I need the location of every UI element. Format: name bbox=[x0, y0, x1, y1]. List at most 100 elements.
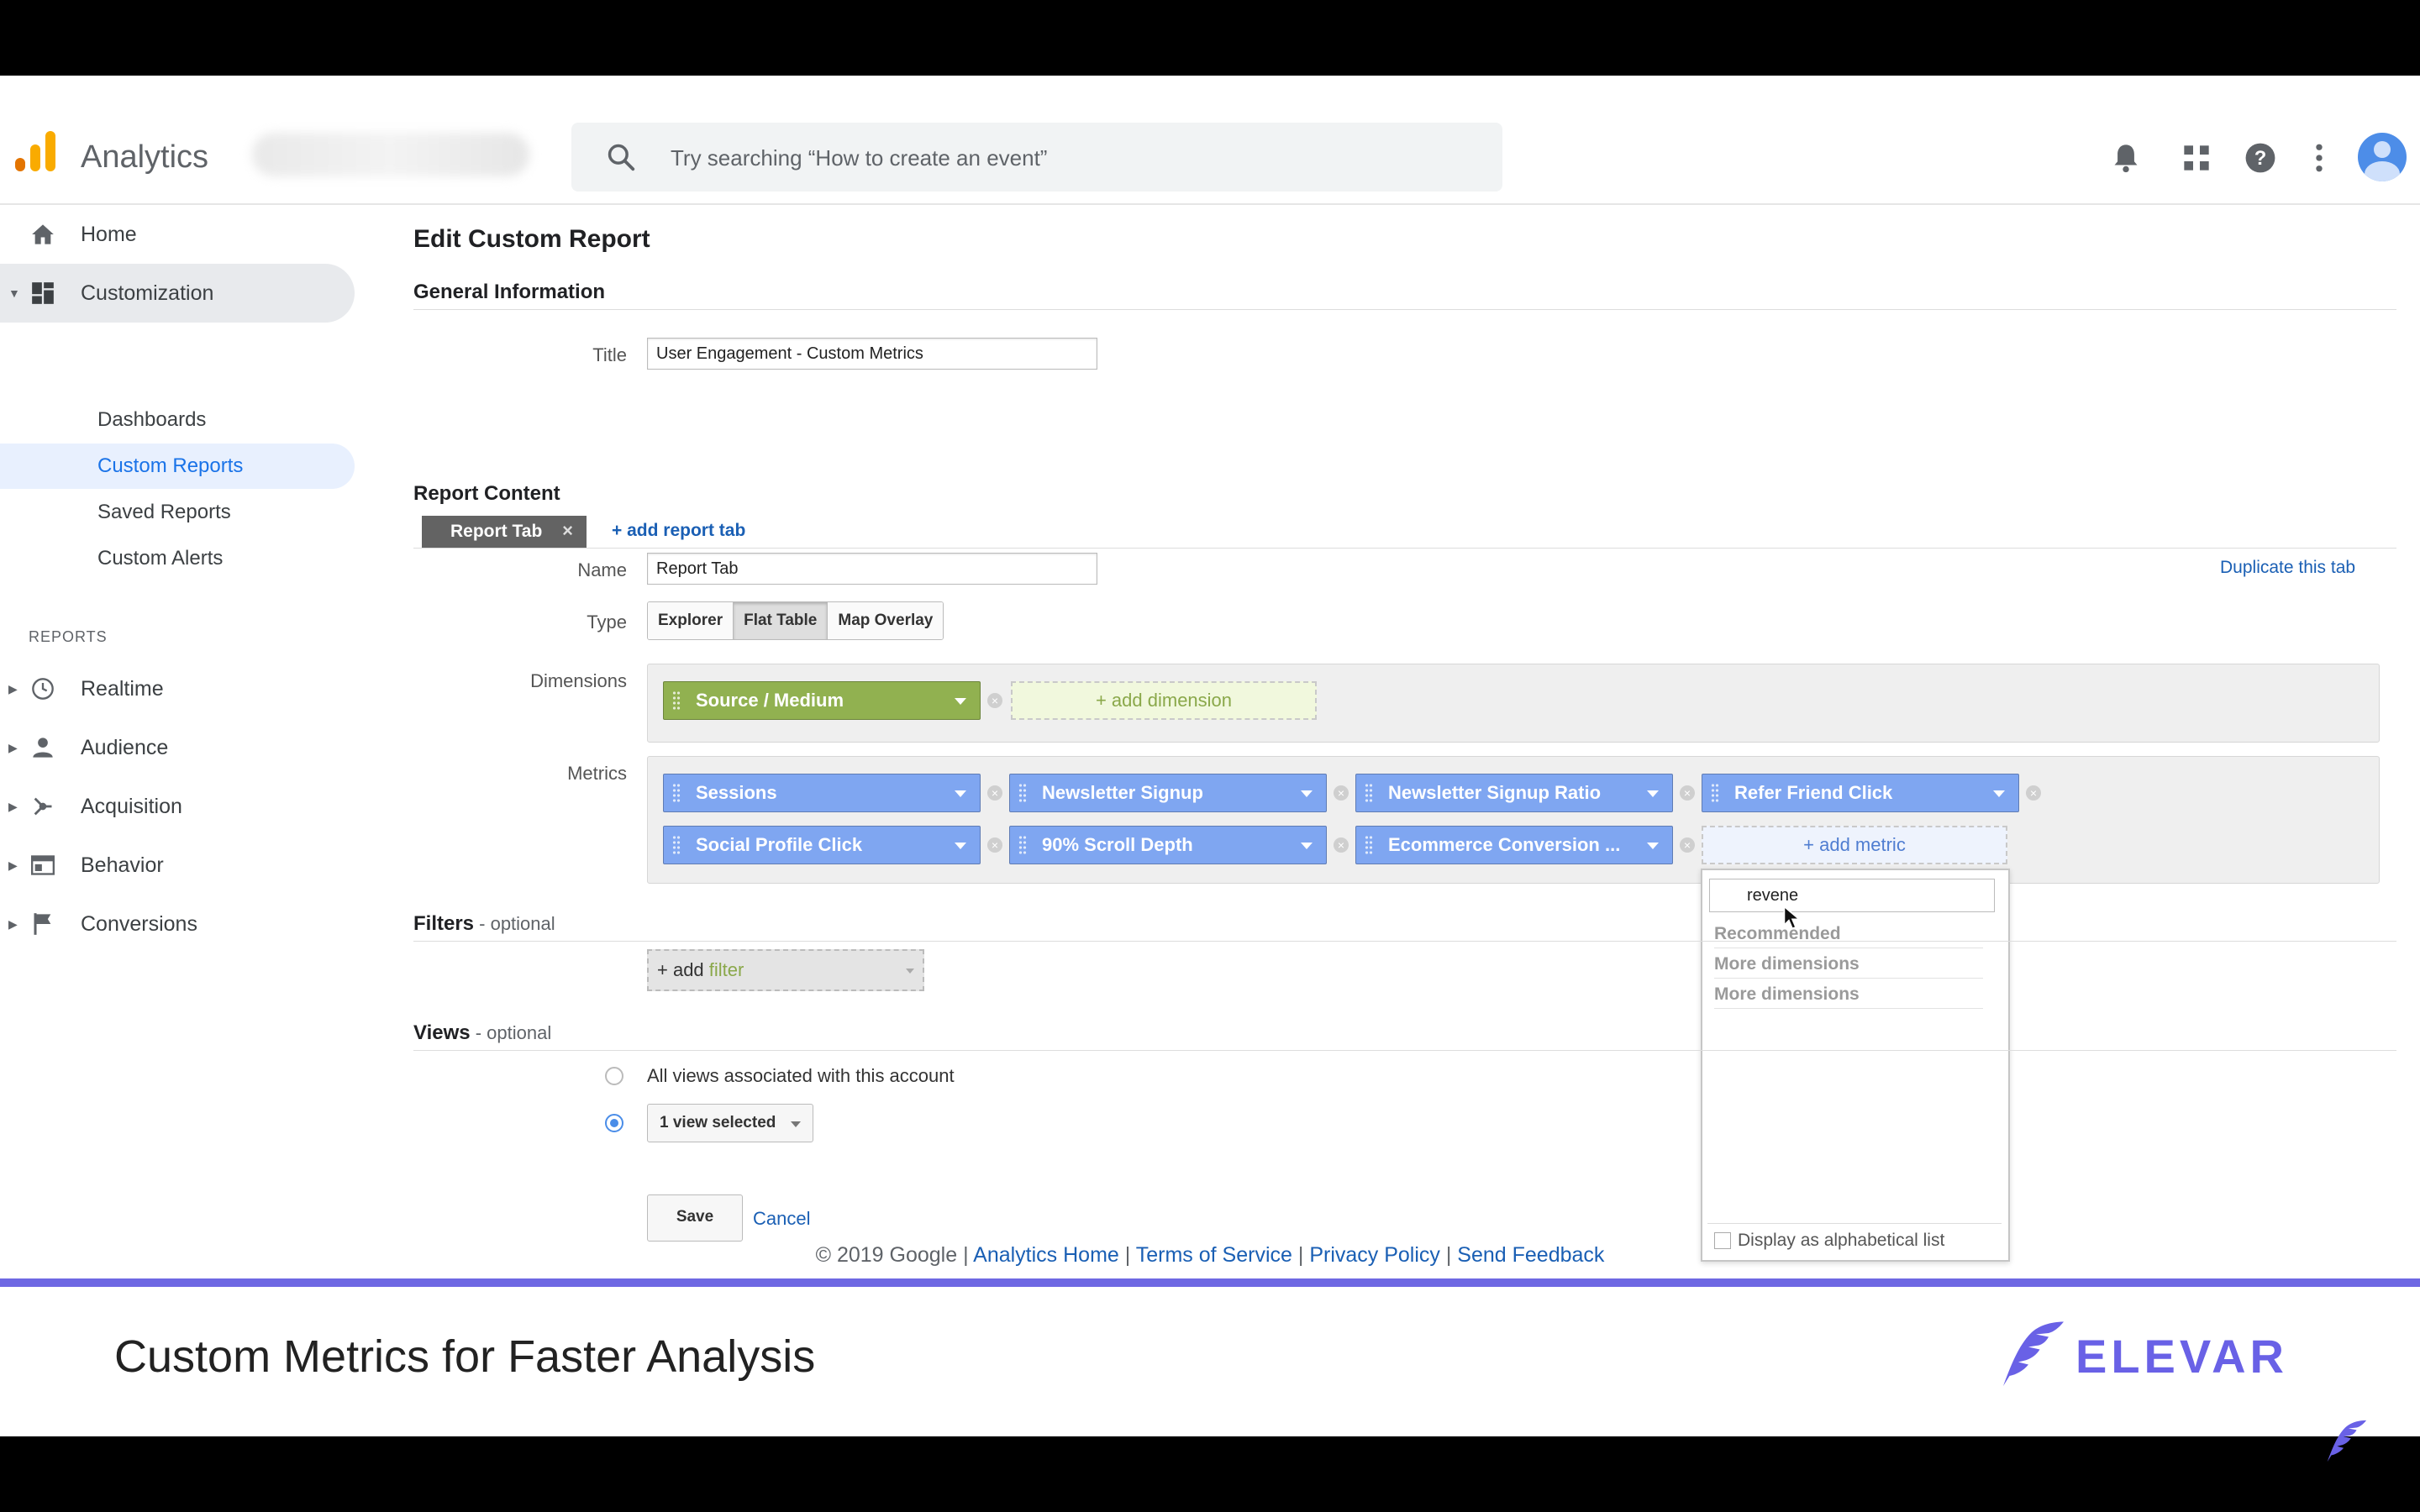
cancel-link[interactable]: Cancel bbox=[753, 1208, 810, 1230]
dropdown-arrow-icon bbox=[906, 969, 914, 974]
sidebar-item-audience[interactable]: ▶ Audience bbox=[0, 718, 355, 777]
footer-link-terms[interactable]: Terms of Service bbox=[1136, 1243, 1292, 1267]
footer-link-analytics-home[interactable]: Analytics Home bbox=[973, 1243, 1119, 1267]
svg-text:?: ? bbox=[2254, 147, 2267, 170]
account-selector[interactable] bbox=[252, 133, 529, 176]
metric-chip-label: Ecommerce Conversion ... bbox=[1388, 834, 1621, 855]
sidebar-item-custom-reports[interactable]: Custom Reports bbox=[0, 444, 355, 489]
duplicate-tab-link[interactable]: Duplicate this tab bbox=[2220, 558, 2355, 578]
sidebar-item-custom-alerts[interactable]: Custom Alerts bbox=[0, 536, 355, 581]
dropdown-arrow-icon[interactable] bbox=[1993, 790, 2005, 797]
metric-chip-label: 90% Scroll Depth bbox=[1042, 834, 1193, 855]
acquisition-icon bbox=[30, 794, 55, 819]
dropdown-arrow-icon[interactable] bbox=[1647, 790, 1659, 797]
report-type-selector: Explorer Flat Table Map Overlay bbox=[647, 601, 944, 640]
sidebar-item-acquisition[interactable]: ▶ Acquisition bbox=[0, 777, 355, 836]
metric-chip-label: Sessions bbox=[696, 782, 777, 803]
dropdown-arrow-icon[interactable] bbox=[955, 843, 966, 849]
optional-label: - optional bbox=[474, 913, 555, 934]
dropdown-arrow-icon[interactable] bbox=[1301, 843, 1313, 849]
type-explorer-button[interactable]: Explorer bbox=[648, 602, 734, 639]
remove-metric-icon[interactable]: × bbox=[1334, 785, 1349, 801]
footer-separator: | bbox=[1118, 1243, 1136, 1267]
save-button[interactable]: Save bbox=[647, 1194, 743, 1242]
name-label: Name bbox=[577, 559, 627, 580]
search-bar[interactable] bbox=[571, 123, 1502, 192]
metric-group-recommended[interactable]: Recommended bbox=[1714, 924, 1983, 948]
copyright-text: © 2019 Google | bbox=[815, 1243, 969, 1267]
dimension-chip-source-medium[interactable]: Source / Medium bbox=[663, 681, 981, 720]
metric-chip-ecommerce-conversion[interactable]: Ecommerce Conversion ... bbox=[1355, 826, 1673, 864]
brand-name: ELEVAR bbox=[2075, 1330, 2288, 1383]
type-map-overlay-button[interactable]: Map Overlay bbox=[828, 602, 944, 639]
metric-search-input[interactable] bbox=[1709, 879, 1995, 912]
remove-metric-icon[interactable]: × bbox=[1680, 837, 1695, 853]
remove-metric-icon[interactable]: × bbox=[987, 837, 1002, 853]
report-tab-chip[interactable]: Report Tab × bbox=[422, 516, 587, 548]
sidebar-item-saved-reports[interactable]: Saved Reports bbox=[0, 490, 355, 535]
footer-separator: | bbox=[1439, 1243, 1458, 1267]
caret-right-icon: ▶ bbox=[8, 740, 18, 754]
remove-metric-icon[interactable]: × bbox=[1334, 837, 1349, 853]
sidebar-item-dashboards[interactable]: Dashboards bbox=[0, 397, 355, 443]
more-vert-icon[interactable] bbox=[2299, 138, 2339, 178]
type-flat-table-button[interactable]: Flat Table bbox=[734, 602, 829, 639]
footer-link-privacy[interactable]: Privacy Policy bbox=[1309, 1243, 1440, 1267]
add-dimension-button[interactable]: + add dimension bbox=[1011, 681, 1317, 720]
metric-chip-refer-friend-click[interactable]: Refer Friend Click bbox=[1702, 774, 2019, 812]
remove-metric-icon[interactable]: × bbox=[2026, 785, 2041, 801]
close-tab-icon[interactable]: × bbox=[562, 520, 573, 542]
behavior-icon bbox=[30, 853, 55, 878]
add-report-tab-link[interactable]: + add report tab bbox=[612, 521, 745, 541]
sidebar-item-customization[interactable]: ▼ Customization bbox=[0, 264, 355, 323]
all-views-radio[interactable] bbox=[605, 1067, 623, 1085]
add-metric-button[interactable]: + add metric bbox=[1702, 826, 2007, 864]
view-selector-dropdown[interactable]: 1 view selected bbox=[647, 1104, 813, 1142]
sidebar-item-behavior[interactable]: ▶ Behavior bbox=[0, 836, 355, 895]
banner-accent-bar bbox=[0, 1278, 2420, 1287]
help-icon[interactable]: ? bbox=[2240, 138, 2281, 178]
notifications-bell-icon[interactable] bbox=[2106, 138, 2146, 178]
metric-group-more-dimensions-2[interactable]: More dimensions bbox=[1714, 984, 1983, 1009]
dropdown-arrow-icon[interactable] bbox=[1301, 790, 1313, 797]
search-icon bbox=[608, 144, 635, 171]
search-input[interactable] bbox=[669, 138, 1428, 178]
sidebar-item-label: Acquisition bbox=[81, 794, 182, 818]
elevar-watermark-icon bbox=[2327, 1420, 2367, 1462]
sidebar-item-label: Realtime bbox=[81, 676, 164, 701]
sidebar-item-home[interactable]: Home bbox=[0, 205, 355, 264]
remove-dimension-icon[interactable]: × bbox=[987, 693, 1002, 708]
report-title-input[interactable] bbox=[647, 338, 1097, 370]
filters-heading-text: Filters bbox=[413, 912, 475, 935]
report-tab-label: Report Tab bbox=[450, 522, 543, 541]
caret-right-icon: ▶ bbox=[8, 916, 18, 931]
add-filter-button[interactable]: + add filter bbox=[647, 949, 924, 991]
analytics-logo-icon[interactable] bbox=[15, 131, 55, 171]
selected-views-radio[interactable] bbox=[605, 1114, 623, 1132]
metric-chip-newsletter-signup-ratio[interactable]: Newsletter Signup Ratio bbox=[1355, 774, 1673, 812]
type-label: Type bbox=[587, 612, 627, 633]
flag-icon bbox=[30, 911, 55, 937]
dropdown-arrow-icon[interactable] bbox=[955, 698, 966, 705]
filters-heading: Filters - optional bbox=[413, 912, 555, 936]
remove-metric-icon[interactable]: × bbox=[987, 785, 1002, 801]
metric-chip-scroll-depth[interactable]: 90% Scroll Depth bbox=[1009, 826, 1327, 864]
metric-chip-social-profile-click[interactable]: Social Profile Click bbox=[663, 826, 981, 864]
account-avatar[interactable] bbox=[2358, 133, 2407, 181]
metric-group-more-dimensions[interactable]: More dimensions bbox=[1714, 954, 1983, 979]
metric-chip-sessions[interactable]: Sessions bbox=[663, 774, 981, 812]
caret-right-icon: ▶ bbox=[8, 799, 18, 813]
metric-chip-newsletter-signup[interactable]: Newsletter Signup bbox=[1009, 774, 1327, 812]
metric-chip-label: Newsletter Signup Ratio bbox=[1388, 782, 1602, 803]
sidebar-subitem-label: Saved Reports bbox=[97, 501, 231, 523]
sidebar-item-conversions[interactable]: ▶ Conversions bbox=[0, 895, 355, 953]
dimension-chip-label: Source / Medium bbox=[696, 690, 844, 711]
footer-link-feedback[interactable]: Send Feedback bbox=[1457, 1243, 1604, 1267]
apps-grid-icon[interactable] bbox=[2176, 138, 2217, 178]
tab-name-input[interactable] bbox=[647, 553, 1097, 585]
dropdown-arrow-icon[interactable] bbox=[955, 790, 966, 797]
dropdown-arrow-icon[interactable] bbox=[1647, 843, 1659, 849]
remove-metric-icon[interactable]: × bbox=[1680, 785, 1695, 801]
sidebar-item-realtime[interactable]: ▶ Realtime bbox=[0, 659, 355, 718]
home-icon bbox=[30, 222, 55, 247]
